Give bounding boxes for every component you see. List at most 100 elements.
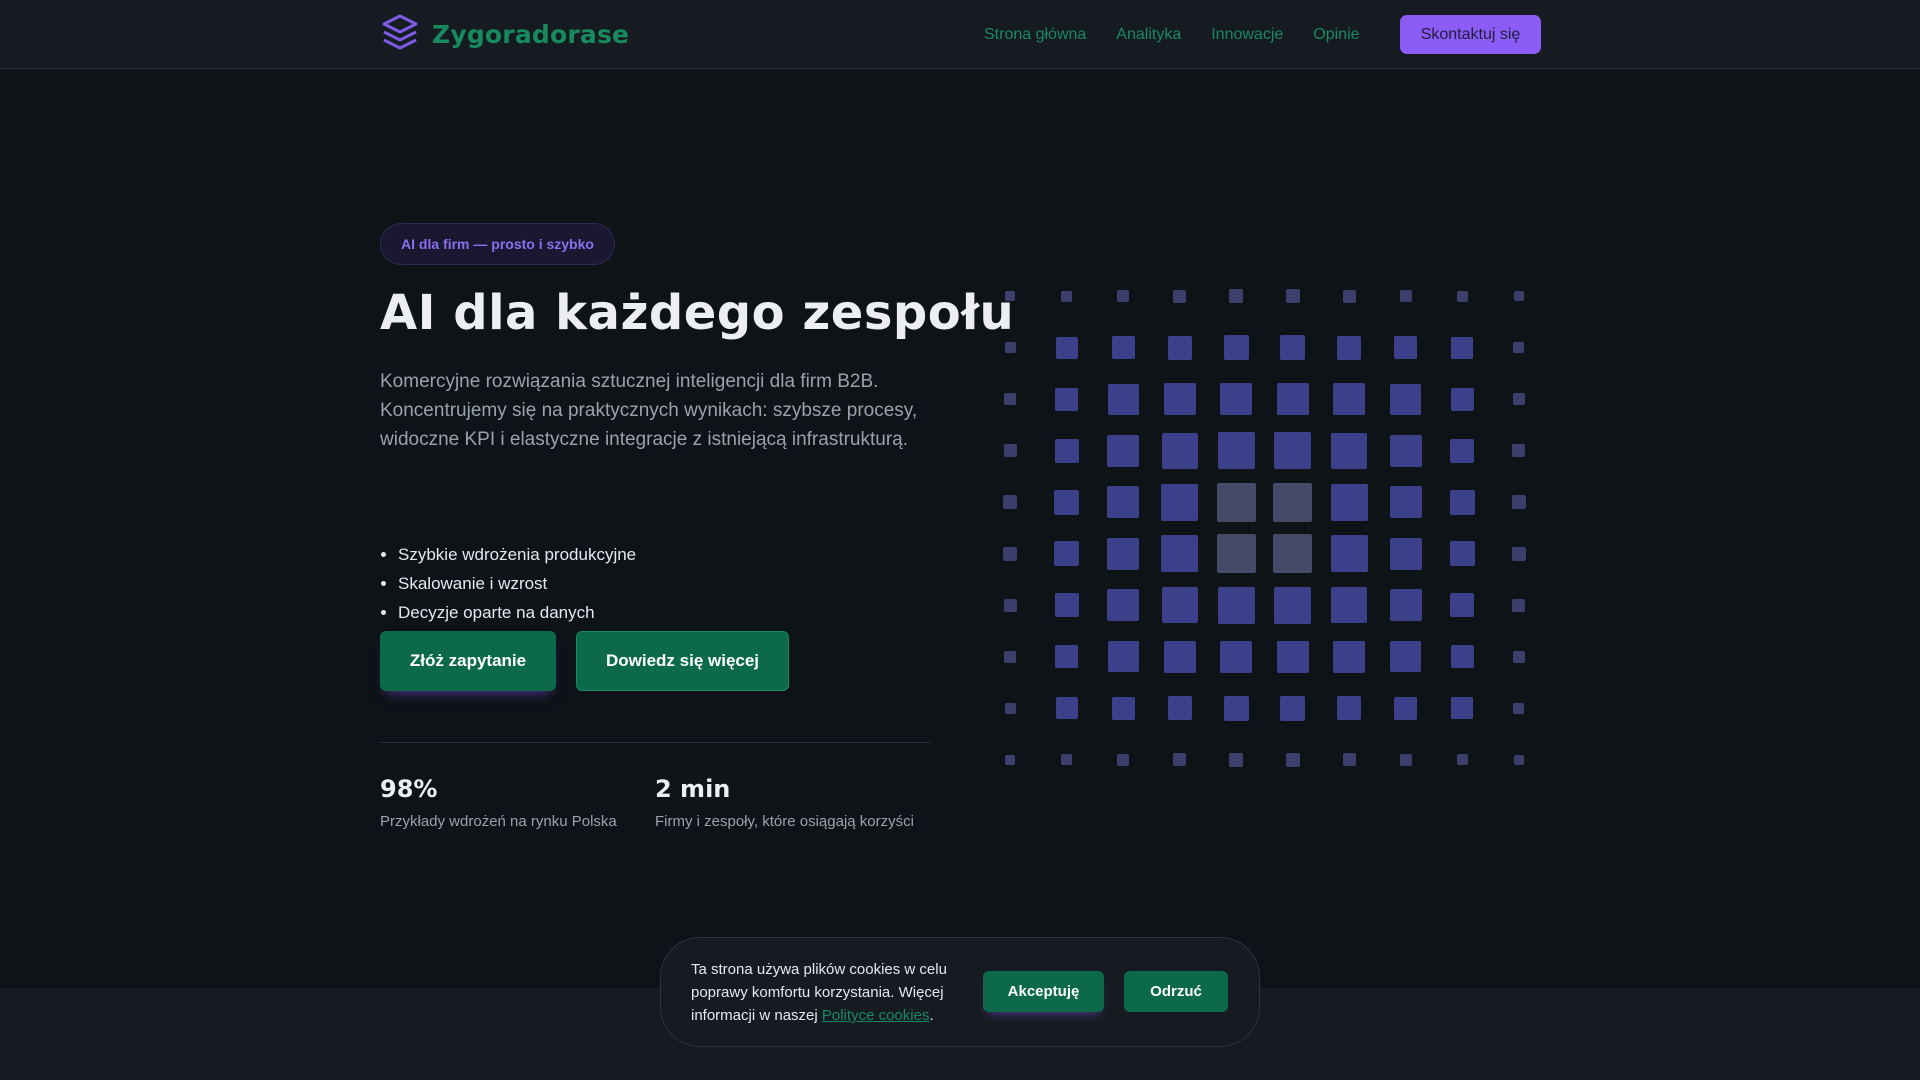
grid-tile xyxy=(1389,589,1422,621)
grid-tile xyxy=(1331,432,1367,469)
grid-tile xyxy=(1216,534,1256,573)
hero-background xyxy=(0,70,1920,988)
grid-tile xyxy=(1229,752,1243,767)
grid-tile xyxy=(1456,754,1468,765)
grid-tile xyxy=(1280,335,1305,360)
grid-tile xyxy=(1111,336,1135,359)
grid-tile xyxy=(1167,335,1192,360)
grid-tile xyxy=(1390,641,1421,672)
grid-tile xyxy=(1389,537,1422,570)
grid-tile xyxy=(1512,650,1525,663)
grid-tile xyxy=(1390,383,1421,415)
decorative-tile-grid xyxy=(982,268,1542,782)
main-nav: Strona główna Analityka Innowacje Opinie xyxy=(984,15,1360,55)
grid-tile xyxy=(1107,383,1139,415)
grid-tile xyxy=(1333,383,1365,415)
grid-tile xyxy=(1456,290,1468,302)
cookie-policy-link[interactable]: Polityce cookies xyxy=(822,1007,930,1024)
grid-tile xyxy=(1163,383,1196,415)
grid-tile xyxy=(1450,438,1474,463)
grid-tile xyxy=(1394,696,1417,720)
grid-tile xyxy=(1003,495,1017,509)
grid-tile xyxy=(1055,697,1078,719)
grid-tile xyxy=(1276,383,1309,415)
grid-tile xyxy=(1004,702,1016,714)
grid-tile xyxy=(1117,290,1129,302)
grid-tile xyxy=(1451,697,1473,719)
cookie-reject-button[interactable]: Odrzuć xyxy=(1124,971,1228,1012)
grid-tile xyxy=(1055,336,1078,359)
cookie-banner: Ta strona używa plików cookies w celu po… xyxy=(660,937,1260,1047)
grid-tile xyxy=(1451,336,1473,359)
grid-tile xyxy=(1274,432,1311,469)
grid-tile xyxy=(1513,754,1524,765)
nav-link-innovations[interactable]: Innowacje xyxy=(1211,26,1283,44)
grid-tile xyxy=(1276,640,1309,673)
brand-name: Zygoradorase xyxy=(432,19,630,49)
grid-tile xyxy=(1223,695,1249,721)
grid-tile xyxy=(1055,387,1078,411)
grid-tile xyxy=(1513,291,1524,301)
grid-tile xyxy=(1004,342,1016,353)
nav-link-reviews[interactable]: Opinie xyxy=(1313,26,1359,44)
grid-tile xyxy=(1274,586,1311,624)
grid-tile xyxy=(1111,696,1135,720)
grid-tile xyxy=(1161,432,1198,469)
grid-tile xyxy=(1449,489,1475,515)
grid-tile xyxy=(1107,641,1139,672)
grid-tile xyxy=(1389,434,1422,467)
grid-tile xyxy=(1107,486,1139,518)
grid-tile xyxy=(1450,593,1474,617)
feature-item: Szybkie wdrożenia produkcyjne xyxy=(398,540,636,569)
grid-tile xyxy=(1389,486,1422,518)
grid-tile xyxy=(1167,696,1192,720)
hero-title: AI dla każdego zespołu xyxy=(380,285,1015,341)
grid-tile xyxy=(1061,290,1072,302)
stat-block: 2 min Firmy i zespoły, które osiągają ko… xyxy=(655,775,914,830)
feature-item: Decyzje oparte na danych xyxy=(398,598,636,627)
cookie-suffix: . xyxy=(929,1007,934,1024)
stat-label: Firmy i zespoły, które osiągają korzyści xyxy=(655,813,914,830)
grid-tile xyxy=(1512,444,1525,457)
grid-tile xyxy=(1394,336,1417,359)
grid-tile xyxy=(1161,535,1198,572)
grid-tile xyxy=(1004,650,1016,663)
grid-tile xyxy=(1337,696,1361,720)
brand-logo-link[interactable]: Zygoradorase xyxy=(380,14,629,54)
grid-tile xyxy=(1342,753,1356,766)
grid-tile xyxy=(1450,387,1474,411)
contact-button[interactable]: Skontaktuj się xyxy=(1400,15,1541,54)
grid-tile xyxy=(1055,645,1078,668)
grid-tile xyxy=(1217,586,1255,624)
grid-tile xyxy=(1003,598,1017,612)
stats-divider xyxy=(380,742,931,743)
grid-tile xyxy=(1220,640,1252,673)
submit-inquiry-button[interactable]: Złóż zapytanie xyxy=(380,631,556,691)
grid-tile xyxy=(1217,432,1255,469)
grid-tile xyxy=(1330,535,1368,572)
stat-value: 2 min xyxy=(655,775,731,803)
site-header: Zygoradorase Strona główna Analityka Inn… xyxy=(0,0,1920,69)
grid-tile xyxy=(1216,482,1256,522)
cookie-accept-button[interactable]: Akceptuję xyxy=(983,971,1104,1012)
nav-link-home[interactable]: Strona główna xyxy=(984,26,1086,44)
grid-tile xyxy=(1229,289,1243,303)
grid-tile xyxy=(1223,335,1249,360)
grid-tile xyxy=(1005,754,1015,765)
grid-tile xyxy=(1513,702,1524,714)
grid-tile xyxy=(1399,753,1412,766)
grid-tile xyxy=(1512,598,1525,612)
grid-tile xyxy=(1054,541,1079,566)
grid-tile xyxy=(1107,537,1139,570)
learn-more-button[interactable]: Dowiedz się więcej xyxy=(576,631,789,691)
grid-tile xyxy=(1511,495,1526,509)
grid-tile xyxy=(1449,541,1475,566)
grid-tile xyxy=(1512,393,1525,405)
hero-description: Komercyjne rozwiązania sztucznej intelig… xyxy=(380,371,918,450)
grid-tile xyxy=(1399,290,1412,302)
grid-tile xyxy=(1220,383,1252,415)
hero-badge: AI dla firm — prosto i szybko xyxy=(380,223,615,265)
grid-tile xyxy=(1004,393,1016,405)
stat-label: Przykłady wdrożeń na rynku Polska xyxy=(380,813,617,830)
nav-link-analytics[interactable]: Analityka xyxy=(1116,26,1181,44)
